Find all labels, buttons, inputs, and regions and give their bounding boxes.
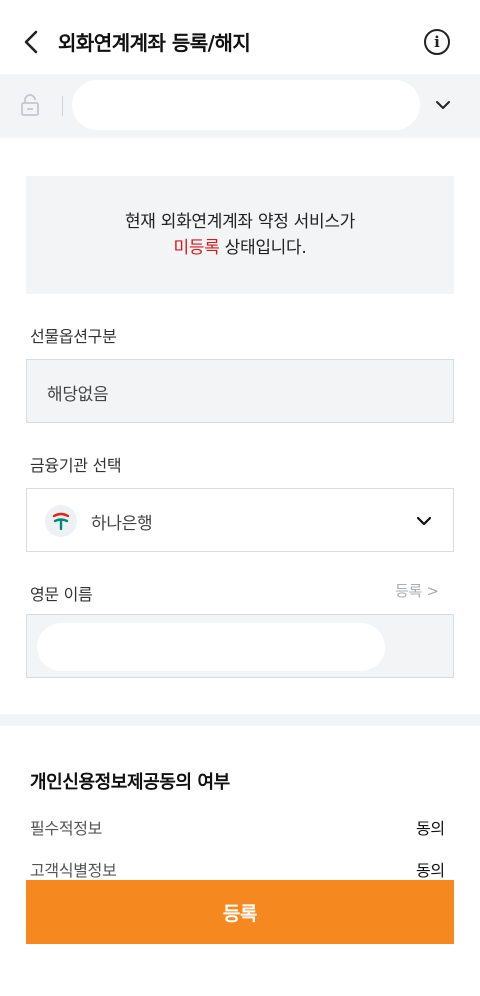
- futures-option-value: 해당없음: [47, 385, 109, 405]
- service-status-box: 현재 외화연계계좌 약정 서비스가 미등록 상태입니다.: [26, 176, 454, 294]
- bank-selected-name: 하나은행: [91, 514, 153, 534]
- english-name-field: [26, 614, 454, 678]
- chevron-down-icon[interactable]: [434, 98, 452, 112]
- divider: [62, 96, 63, 116]
- section-divider: [0, 714, 480, 726]
- english-name-label: 영문 이름: [30, 585, 93, 604]
- account-number-field[interactable]: [72, 80, 420, 130]
- status-suffix: 상태입니다.: [219, 238, 307, 258]
- lock-icon: [21, 94, 39, 116]
- bank-select-dropdown[interactable]: 하나은행: [26, 488, 454, 552]
- back-arrow-icon[interactable]: [18, 26, 46, 58]
- status-line-2: 미등록 상태입니다.: [174, 235, 307, 261]
- english-name-register-link[interactable]: 등록 >: [395, 580, 439, 601]
- consent-row-value: 동의: [416, 819, 445, 838]
- english-name-value: [37, 623, 385, 671]
- consent-row-label: 필수적정보: [30, 819, 103, 838]
- register-submit-button[interactable]: 등록: [26, 880, 454, 944]
- page-title: 외화연계계좌 등록/해지: [58, 31, 251, 55]
- status-unregistered: 미등록: [173, 238, 220, 258]
- consent-row-label: 고객식별정보: [30, 861, 117, 880]
- consent-row-value: 동의: [416, 861, 445, 880]
- consent-section-title: 개인신용정보제공동의 여부: [30, 772, 230, 793]
- chevron-down-icon: [416, 516, 432, 526]
- status-line-1: 현재 외화연계계좌 약정 서비스가: [124, 212, 356, 232]
- top-app-bar: 외화연계계좌 등록/해지 i: [0, 0, 480, 74]
- info-icon[interactable]: i: [424, 29, 450, 55]
- bank-select-label: 금융기관 선택: [30, 456, 122, 475]
- futures-option-label: 선물옵션구분: [30, 327, 117, 346]
- hana-bank-logo-icon: [45, 505, 77, 537]
- futures-option-field: 해당없음: [26, 359, 454, 423]
